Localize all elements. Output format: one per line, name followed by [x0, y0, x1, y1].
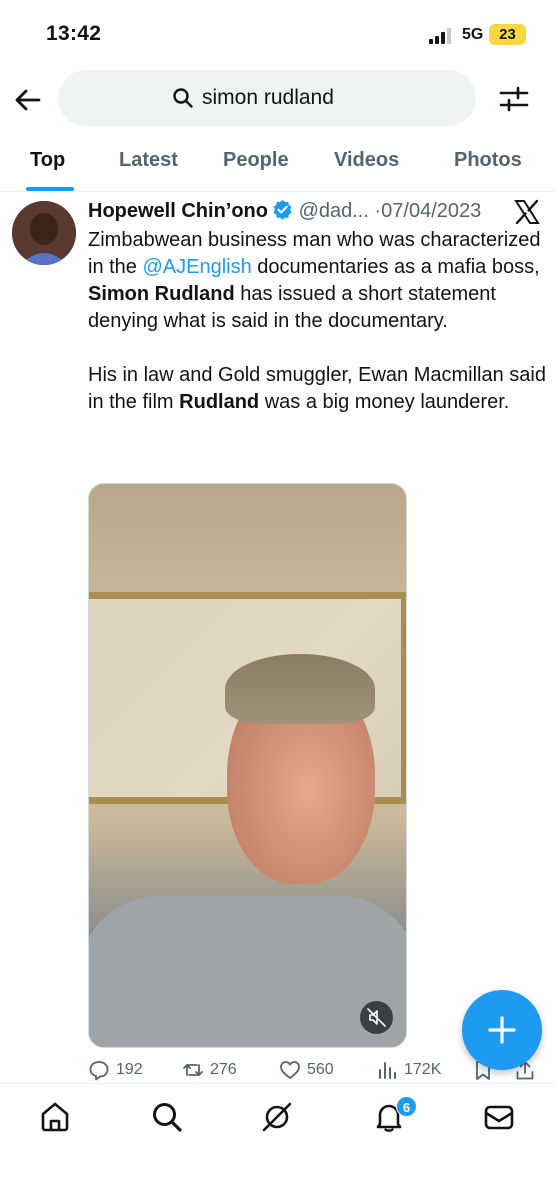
- highlight-term: Rudland: [179, 391, 260, 413]
- notification-badge: 6: [396, 1096, 417, 1117]
- active-tab-indicator: [26, 187, 74, 191]
- views-button[interactable]: 172K: [376, 1059, 441, 1081]
- tab-photos[interactable]: Photos: [454, 149, 522, 172]
- reply-count: 192: [116, 1061, 143, 1078]
- retweet-icon: [183, 1064, 203, 1076]
- home-icon[interactable]: [38, 1100, 72, 1134]
- status-time: 13:42: [46, 22, 102, 45]
- tab-top[interactable]: Top: [30, 149, 65, 172]
- retweet-button[interactable]: 276: [182, 1059, 237, 1081]
- compose-button[interactable]: [462, 990, 542, 1070]
- x-logo-icon[interactable]: [514, 199, 540, 225]
- bottom-nav: 6: [0, 1083, 555, 1200]
- filter-sliders-icon[interactable]: [497, 82, 531, 116]
- verified-badge-icon: [273, 199, 292, 220]
- search-tabs: Top Latest People Videos Photos: [0, 132, 555, 192]
- highlight-term: Simon Rudland: [88, 283, 235, 305]
- search-icon: [173, 88, 193, 108]
- like-button[interactable]: 560: [279, 1059, 334, 1081]
- tweet-date[interactable]: 07/04/2023: [381, 200, 481, 222]
- views-icon: [379, 1062, 396, 1079]
- plus-icon: [488, 1016, 516, 1044]
- avatar[interactable]: [12, 201, 76, 265]
- mute-icon[interactable]: [360, 1001, 393, 1034]
- mail-icon[interactable]: [482, 1100, 516, 1134]
- search-input[interactable]: [202, 86, 362, 110]
- search-box[interactable]: [58, 70, 476, 126]
- like-count: 560: [307, 1061, 334, 1078]
- mention-link[interactable]: @AJEnglish: [142, 256, 251, 278]
- reply-button[interactable]: 192: [88, 1059, 143, 1081]
- reply-icon: [89, 1061, 109, 1081]
- views-count: 172K: [404, 1061, 442, 1078]
- like-icon: [280, 1061, 300, 1079]
- video-subject-shirt: [89, 896, 406, 1047]
- retweet-count: 276: [210, 1061, 237, 1078]
- tab-latest[interactable]: Latest: [119, 149, 178, 172]
- author-handle[interactable]: @dad...: [299, 200, 369, 222]
- author-name[interactable]: Hopewell Chin’ono: [88, 200, 268, 222]
- text-segment: documentaries as a mafia boss,: [251, 256, 540, 278]
- network-label: 5G: [462, 26, 484, 43]
- tweet-body: Zimbabwean business man who was characte…: [88, 227, 546, 416]
- status-bar: 13:42 5G 23: [0, 0, 555, 70]
- tweet-paragraph-1: Zimbabwean business man who was characte…: [88, 227, 546, 335]
- explore-icon[interactable]: [150, 1100, 184, 1134]
- tweet-paragraph-2: His in law and Gold smuggler, Ewan Macmi…: [88, 362, 546, 416]
- signal-icon: [429, 28, 451, 44]
- back-arrow-icon[interactable]: [12, 84, 44, 116]
- grok-icon[interactable]: [260, 1100, 294, 1134]
- video-subject-hair: [225, 654, 375, 724]
- avatar-image: [12, 201, 76, 265]
- video-player[interactable]: [88, 483, 407, 1048]
- battery-indicator: 23: [489, 24, 526, 45]
- tweet-header: Hopewell Chin’ono @dad... ·07/04/2023: [88, 199, 548, 229]
- text-segment: was a big money launderer.: [259, 391, 510, 413]
- tweet[interactable]: Hopewell Chin’ono @dad... ·07/04/2023 Zi…: [0, 193, 555, 1083]
- tab-people[interactable]: People: [223, 149, 289, 172]
- search-header: [0, 70, 555, 128]
- tab-videos[interactable]: Videos: [334, 149, 399, 172]
